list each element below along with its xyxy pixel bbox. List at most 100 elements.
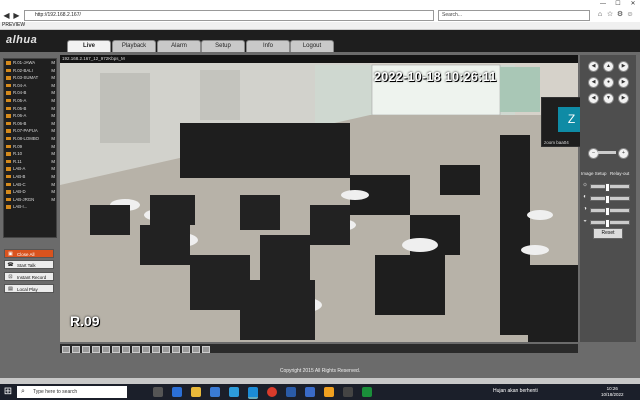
channel-stream-tag[interactable]: M	[51, 181, 55, 189]
zoom-in-button[interactable]: +	[618, 148, 629, 159]
ie-icon[interactable]	[248, 387, 258, 399]
channel-stream-tag[interactable]: M	[51, 82, 55, 90]
instant-record-button[interactable]: ⊡ Instant Record	[4, 272, 54, 281]
browser-search-input[interactable]: Search...	[438, 10, 590, 21]
ptz-up-button[interactable]: ▲	[603, 61, 614, 72]
layout-icon-2[interactable]	[72, 346, 80, 353]
channel-stream-tag[interactable]: M	[51, 165, 55, 173]
channel-stream-tag[interactable]: M	[51, 127, 55, 135]
tab-preview[interactable]: PREVIEW	[2, 22, 25, 28]
tab-info[interactable]: Info	[246, 40, 290, 52]
ptz-left-button[interactable]: ◀	[588, 77, 599, 88]
channel-item[interactable]: R.05-B M	[4, 105, 56, 113]
channel-stream-tag[interactable]: M	[51, 158, 55, 166]
channel-item[interactable]: R.01-JAWA M	[4, 59, 56, 67]
channel-stream-tag[interactable]: M	[51, 120, 55, 128]
channel-stream-tag[interactable]: M	[51, 196, 55, 204]
word-icon[interactable]	[286, 387, 296, 397]
ptz-down-button[interactable]: ▼	[603, 93, 614, 104]
channel-item[interactable]: R.09 M	[4, 143, 56, 151]
maximize-icon[interactable]: ☐	[611, 0, 625, 8]
layout-icon-3[interactable]	[82, 346, 90, 353]
channel-item[interactable]: LAB-I...	[4, 203, 56, 211]
saturation-slider[interactable]	[590, 207, 630, 216]
channel-item[interactable]: LAB-C M	[4, 181, 56, 189]
address-bar[interactable]: http://192.168.2.167/	[24, 10, 434, 21]
channel-item[interactable]: R.11 M	[4, 158, 56, 166]
gear-icon[interactable]: ⚙	[616, 10, 624, 19]
channel-item[interactable]: LAB-D M	[4, 188, 56, 196]
hue-slider[interactable]	[590, 219, 630, 228]
smiley-icon[interactable]: ☺	[626, 10, 634, 19]
channel-stream-tag[interactable]: M	[51, 173, 55, 181]
local-play-button[interactable]: ▤ Local Play	[4, 284, 54, 293]
start-talk-button[interactable]: ☎ Start Talk	[4, 260, 54, 269]
ptz-up-left-button[interactable]: ◀	[588, 61, 599, 72]
channel-item[interactable]: R.08-LOMBO M	[4, 135, 56, 143]
windows-start-icon[interactable]: ⊞	[2, 386, 14, 398]
task-view-icon[interactable]	[153, 387, 163, 397]
channel-item[interactable]: R.04-B M	[4, 89, 56, 97]
forward-icon[interactable]: ▶	[12, 11, 21, 20]
ptz-up-right-button[interactable]: ▶	[618, 61, 629, 72]
channel-stream-tag[interactable]: M	[51, 74, 55, 82]
ptz-center-button[interactable]: ●	[603, 77, 614, 88]
edge-icon[interactable]	[172, 387, 182, 397]
star-icon[interactable]: ☆	[606, 10, 614, 19]
channel-item[interactable]: LAB-B M	[4, 173, 56, 181]
ptz-right-button[interactable]: ▶	[618, 77, 629, 88]
channel-stream-tag[interactable]: M	[51, 135, 55, 143]
relay-out-label[interactable]: Relay-out	[610, 171, 629, 176]
file-explorer-icon[interactable]	[191, 387, 201, 397]
tab-logout[interactable]: Logout	[290, 40, 334, 52]
close-all-button[interactable]: ▣ Close All	[4, 249, 54, 258]
layout-icon-4[interactable]	[92, 346, 100, 353]
tab-setup[interactable]: Setup	[201, 40, 245, 52]
channel-item[interactable]: R.02-BALI M	[4, 67, 56, 75]
channel-item[interactable]: LAB-JRGN M	[4, 196, 56, 204]
excel-icon[interactable]	[362, 387, 372, 397]
back-icon[interactable]: ◀	[2, 11, 11, 20]
reset-button[interactable]: Reset	[593, 228, 623, 239]
layout-icon-13[interactable]	[182, 346, 190, 353]
channel-item[interactable]: R.06-A M	[4, 112, 56, 120]
channel-stream-tag[interactable]: M	[51, 112, 55, 120]
channel-stream-tag[interactable]: M	[51, 67, 55, 75]
layout-icon-11[interactable]	[162, 346, 170, 353]
layout-icon-8[interactable]	[132, 346, 140, 353]
channel-item[interactable]: R.03-SUMAT M	[4, 74, 56, 82]
app-icon[interactable]	[324, 387, 334, 397]
tab-alarm[interactable]: Alarm	[157, 40, 201, 52]
live-video-feed[interactable]	[60, 55, 578, 342]
layout-icon-7[interactable]	[122, 346, 130, 353]
channel-item[interactable]: R.10 M	[4, 150, 56, 158]
channel-item[interactable]: R.05-A M	[4, 97, 56, 105]
layout-icon-6[interactable]	[112, 346, 120, 353]
minimize-icon[interactable]: —	[596, 0, 610, 8]
app-icon-2[interactable]	[343, 387, 353, 397]
home-icon[interactable]: ⌂	[596, 10, 604, 19]
layout-icon-9[interactable]	[142, 346, 150, 353]
chrome-icon[interactable]	[267, 387, 277, 397]
store-icon[interactable]	[210, 387, 220, 397]
channel-stream-tag[interactable]: M	[51, 150, 55, 158]
channel-stream-tag[interactable]: M	[51, 59, 55, 67]
taskbar-clock[interactable]: 10:26 10/18/2022	[601, 386, 624, 398]
layout-icon-1[interactable]	[62, 346, 70, 353]
channel-stream-tag[interactable]: M	[51, 97, 55, 105]
ptz-down-right-button[interactable]: ▶	[618, 93, 629, 104]
zoom-slider[interactable]	[598, 151, 616, 154]
image-setup-label[interactable]: Image Setup	[581, 171, 607, 176]
channel-stream-tag[interactable]: M	[51, 105, 55, 113]
channel-stream-tag[interactable]: M	[51, 143, 55, 151]
taskbar-search-input[interactable]: ⌕ Type here to search	[17, 386, 127, 398]
layout-icon-14[interactable]	[192, 346, 200, 353]
layout-icon-5[interactable]	[102, 346, 110, 353]
channel-item[interactable]: R.07-PAPUA M	[4, 127, 56, 135]
tab-live[interactable]: Live	[67, 40, 111, 52]
channel-item[interactable]: LAB-A M	[4, 165, 56, 173]
ptz-down-left-button[interactable]: ◀	[588, 93, 599, 104]
layout-icon-15[interactable]	[202, 346, 210, 353]
tab-playback[interactable]: Playback	[112, 40, 156, 52]
contrast-slider[interactable]	[590, 195, 630, 204]
